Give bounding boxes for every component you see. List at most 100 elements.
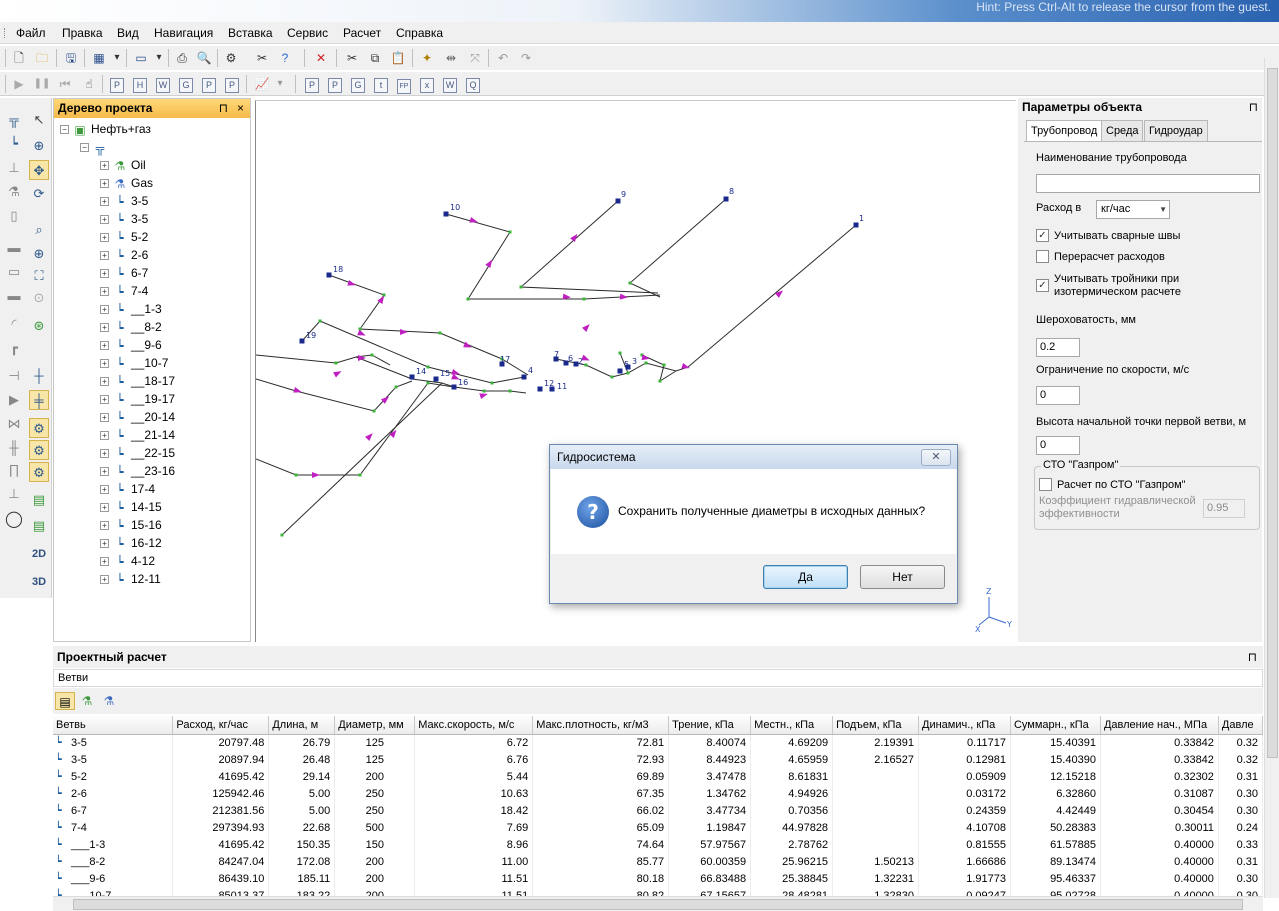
pipe-joint[interactable] bbox=[294, 473, 298, 477]
pipe-node[interactable] bbox=[723, 196, 729, 202]
tree-node[interactable]: + ⚗ Oil bbox=[100, 156, 146, 174]
zoom-extents-icon[interactable]: ⛶ bbox=[29, 266, 49, 286]
print-icon[interactable]: ⎙ bbox=[173, 49, 191, 67]
tree-node[interactable]: + ┕ 2-6 bbox=[100, 246, 148, 264]
elbow-icon[interactable]: ◜ bbox=[4, 314, 24, 334]
tree-node[interactable]: + ┕ 16-12 bbox=[100, 534, 162, 552]
expand-icon[interactable]: + bbox=[100, 431, 109, 441]
expand-icon[interactable]: + bbox=[100, 287, 109, 297]
column-header[interactable]: Макс.плотность, кг/м3 bbox=[532, 716, 670, 735]
pipe-joint[interactable] bbox=[644, 361, 648, 365]
pipe-segment[interactable] bbox=[445, 213, 661, 300]
copy-icon[interactable]: ⧉ bbox=[366, 49, 384, 67]
pipe-node[interactable] bbox=[409, 374, 415, 380]
tab-pipeline[interactable]: Трубопровод bbox=[1026, 120, 1103, 142]
pipe-node[interactable] bbox=[299, 338, 305, 344]
column-header[interactable]: Давление нач., МПа bbox=[1100, 716, 1219, 735]
pipe-segment[interactable] bbox=[519, 200, 659, 294]
fp-icon[interactable]: FP bbox=[395, 75, 413, 94]
chart-dropdown-icon[interactable]: ▾ bbox=[271, 75, 289, 93]
zoom-window-icon[interactable]: ⌕ bbox=[29, 220, 49, 240]
ring-icon[interactable]: ◯ bbox=[4, 510, 24, 530]
pipe-node[interactable] bbox=[549, 386, 555, 392]
tree-node[interactable]: + ┕ __9-6 bbox=[100, 336, 162, 354]
expand-icon[interactable]: + bbox=[100, 251, 109, 261]
pipe-joint[interactable] bbox=[519, 285, 523, 289]
pipeline-name-input[interactable] bbox=[1036, 174, 1260, 193]
node-tool-3-icon[interactable]: ⚙ bbox=[29, 462, 49, 482]
pipe-joint[interactable] bbox=[618, 351, 622, 355]
hand-pointer-icon[interactable]: ☝ bbox=[80, 75, 98, 93]
pipe-joint[interactable] bbox=[584, 363, 588, 367]
node-tool-1-icon[interactable]: ⚙ bbox=[29, 418, 49, 438]
magic-icon[interactable]: ✦ bbox=[418, 49, 436, 67]
gate-valve-icon[interactable]: ⋈ bbox=[4, 414, 24, 434]
expand-icon[interactable]: + bbox=[100, 413, 109, 423]
open-folder-icon[interactable]: 🗀 bbox=[33, 49, 51, 67]
scrollbar-thumb[interactable] bbox=[1267, 68, 1278, 758]
tree-node[interactable]: + ┕ __1-3 bbox=[100, 300, 162, 318]
report2-icon[interactable]: ▤ bbox=[29, 516, 49, 536]
column-header[interactable]: Трение, кПа bbox=[668, 716, 752, 735]
flange-icon[interactable]: ⊣ bbox=[4, 366, 24, 386]
compensator-icon[interactable]: ∏ bbox=[4, 460, 24, 480]
pipe-joint[interactable] bbox=[370, 353, 374, 357]
pipe-joint[interactable] bbox=[662, 363, 666, 367]
expand-icon[interactable]: + bbox=[100, 269, 109, 279]
pipe-joint[interactable] bbox=[658, 379, 662, 383]
column-header[interactable]: Давле bbox=[1218, 716, 1264, 735]
table-row[interactable]: ┕ ___1-3 41695.42 150.35 150 8.96 74.64 57.9756… bbox=[53, 836, 1264, 853]
chart-icon[interactable]: 📈 bbox=[253, 75, 271, 93]
properties-icon[interactable]: ⚙ bbox=[222, 49, 240, 67]
w-icon[interactable]: W bbox=[154, 75, 172, 93]
pipe-joint[interactable] bbox=[626, 371, 630, 375]
p4-icon[interactable]: P bbox=[303, 75, 321, 93]
pipe-joint[interactable] bbox=[508, 389, 512, 393]
tree-node[interactable]: + ┕ 14-15 bbox=[100, 498, 162, 516]
pipe-node[interactable] bbox=[451, 384, 457, 390]
table-row[interactable]: ┕ 3-5 20897.94 26.48 125 6.76 72.93 8.44923 4.65… bbox=[53, 751, 1264, 768]
tree-node[interactable]: + ┕ 12-11 bbox=[100, 570, 161, 588]
g-icon[interactable]: G bbox=[177, 75, 195, 93]
grid-snap-icon[interactable]: ┼ bbox=[29, 366, 49, 386]
view-3d-button[interactable]: 3D bbox=[29, 572, 49, 592]
expand-icon[interactable]: + bbox=[100, 377, 109, 387]
pin-icon[interactable]: ⊓ bbox=[219, 99, 228, 118]
cut-icon[interactable]: ✂ bbox=[343, 49, 361, 67]
table-row[interactable]: ┕ 3-5 20797.48 26.79 125 6.72 72.81 8.40074 4.69… bbox=[53, 734, 1264, 751]
tree-node[interactable]: + ┕ __8-2 bbox=[100, 318, 162, 336]
expand-icon[interactable]: + bbox=[100, 197, 109, 207]
play-icon[interactable]: ▶ bbox=[10, 75, 28, 93]
grid-icon[interactable]: ╪ bbox=[29, 390, 49, 410]
oil-flask-icon[interactable]: ⚗ bbox=[77, 692, 97, 710]
pipe-node[interactable] bbox=[615, 198, 621, 204]
tree-root[interactable]: − ▣ Нефть+газ bbox=[60, 120, 151, 138]
expand-icon[interactable]: + bbox=[100, 521, 109, 531]
p3-icon[interactable]: P bbox=[223, 75, 241, 93]
q-icon[interactable]: Q bbox=[464, 75, 482, 93]
pipe-joint[interactable] bbox=[490, 381, 494, 385]
tree-node[interactable]: + ┕ 17-4 bbox=[100, 480, 155, 498]
undo-icon[interactable]: ↶ bbox=[494, 49, 512, 67]
dialog-close-button[interactable]: ✕ bbox=[921, 449, 951, 466]
expand-icon[interactable]: + bbox=[100, 305, 109, 315]
tools-icon[interactable]: ✂ bbox=[253, 49, 271, 67]
welds-checkbox[interactable]: ✓ bbox=[1036, 229, 1049, 242]
menu-view[interactable]: Вид bbox=[117, 26, 139, 40]
table-row[interactable]: ┕ ___9-6 86439.10 185.11 200 11.51 80.18 66.834… bbox=[53, 870, 1264, 887]
collapse-icon[interactable]: − bbox=[80, 143, 89, 153]
pipe-reducer-icon[interactable]: ▭ bbox=[4, 262, 24, 282]
redo-icon[interactable]: ↷ bbox=[517, 49, 535, 67]
gazprom-checkbox[interactable] bbox=[1039, 478, 1052, 491]
yes-button[interactable]: Да bbox=[763, 565, 848, 589]
pipe-segment[interactable] bbox=[256, 382, 527, 476]
expand-icon[interactable]: + bbox=[100, 215, 109, 225]
speed-limit-input[interactable]: 0 bbox=[1036, 386, 1080, 405]
start-height-input[interactable]: 0 bbox=[1036, 436, 1080, 455]
p-icon[interactable]: P bbox=[108, 75, 126, 93]
h-icon[interactable]: H bbox=[131, 75, 149, 93]
window-icon[interactable]: ▭ bbox=[132, 49, 150, 67]
p2-icon[interactable]: P bbox=[200, 75, 218, 93]
no-button[interactable]: Нет bbox=[860, 565, 945, 589]
menu-calculation[interactable]: Расчет bbox=[343, 26, 381, 40]
